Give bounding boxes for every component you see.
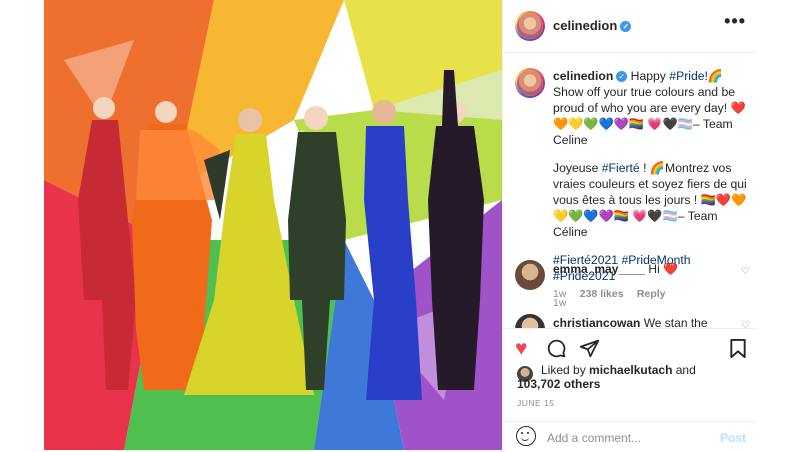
caption-username[interactable]: celinedion	[553, 69, 613, 83]
caption-tag-pride[interactable]: #Pride!	[669, 69, 708, 83]
caption-fr-text-1: Joyeuse	[553, 161, 602, 175]
like-heart-icon[interactable]: ♥	[515, 338, 527, 360]
liked-by-count[interactable]: 103,702 others	[517, 377, 600, 392]
comment-like-heart-icon[interactable]: ♡	[741, 266, 750, 277]
caption-tag-fierte[interactable]: #Fierté	[602, 161, 640, 175]
emoji-icon[interactable]	[516, 426, 536, 446]
add-comment-input[interactable]: Add a comment...	[547, 431, 641, 445]
share-icon[interactable]	[579, 338, 600, 364]
liked-by-user[interactable]: michaelkutach	[589, 363, 672, 377]
add-comment-bar: Add a comment... Post	[503, 421, 756, 452]
liked-by-prefix: Liked by	[541, 363, 590, 377]
pride-collage-illustration	[44, 0, 502, 450]
post-sidebar: celinedion ✓ ••• celinedion ✓ Happy #Pride…	[502, 0, 756, 451]
post-header: celinedion ✓ •••	[503, 0, 756, 53]
header-username-row: celinedion ✓	[553, 18, 632, 33]
liked-by-line: Liked by michaelkutach and	[541, 363, 696, 378]
caption-en-text-1: Happy	[627, 69, 670, 83]
header-avatar[interactable]	[515, 11, 545, 41]
post-comment-button[interactable]: Post	[720, 431, 746, 445]
comment-likes-emma[interactable]: 238 likes	[580, 288, 624, 300]
caption-verified-badge-icon: ✓	[616, 71, 628, 83]
post-date[interactable]: JUNE 15	[517, 398, 555, 408]
comment-emma: emma_may____ Hi ❤️ 1w 238 likes Reply	[553, 261, 743, 302]
verified-badge-icon: ✓	[620, 21, 632, 33]
liked-by-and: and	[672, 363, 696, 377]
comment-text-emma: Hi ❤️	[645, 262, 679, 276]
comment-username-emma[interactable]: emma_may____	[553, 262, 645, 276]
comment-age-emma: 1w	[553, 288, 567, 300]
post-actions: ♥ Liked by michaelkutach and 103,702 oth…	[503, 328, 756, 451]
header-username[interactable]: celinedion	[553, 18, 617, 33]
save-bookmark-icon[interactable]	[729, 338, 747, 364]
comment-reply-button[interactable]: Reply	[637, 288, 666, 300]
caption-avatar[interactable]	[515, 68, 545, 98]
more-options-icon[interactable]: •••	[724, 12, 746, 30]
comment-avatar-emma[interactable]	[515, 260, 545, 290]
comment-icon[interactable]	[546, 338, 567, 364]
post-image[interactable]	[44, 0, 502, 450]
